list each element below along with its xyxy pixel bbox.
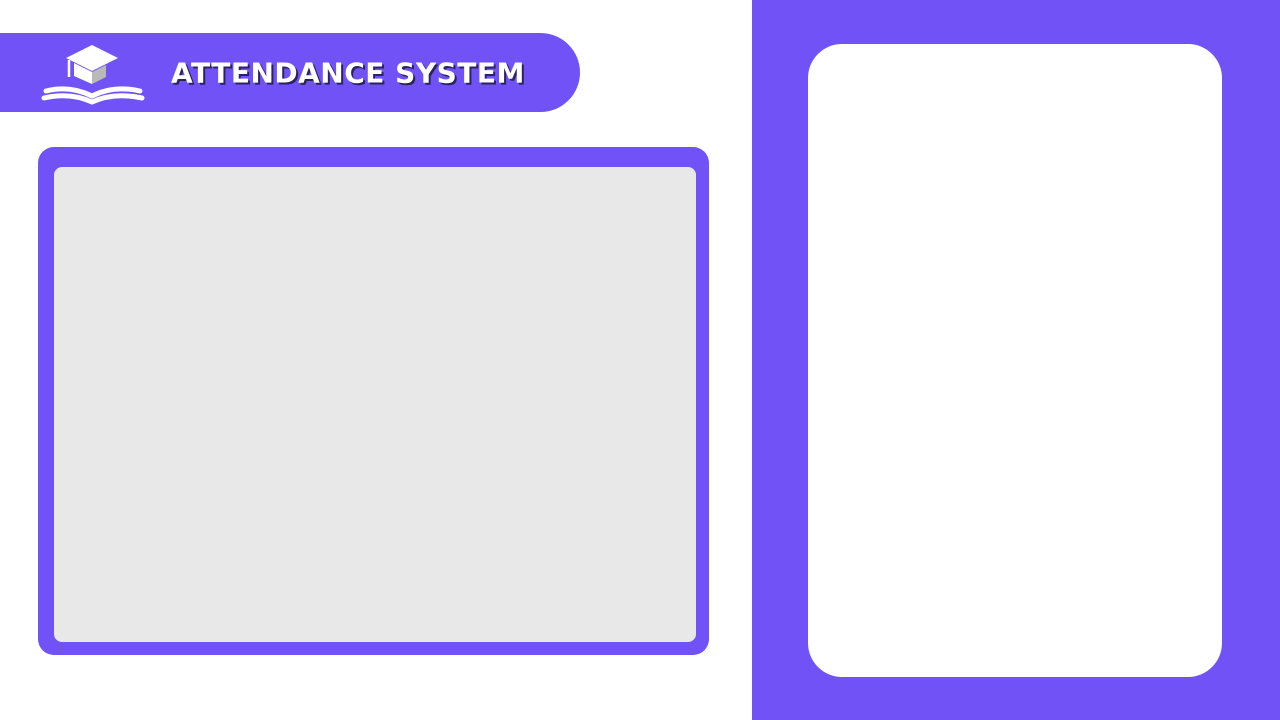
camera-frame bbox=[38, 147, 709, 655]
header-banner: ATTENDANCE SYSTEM bbox=[0, 33, 580, 112]
info-card bbox=[808, 44, 1222, 677]
attendance-screen: ATTENDANCE SYSTEM bbox=[0, 0, 1280, 720]
right-panel bbox=[752, 0, 1280, 720]
app-title: ATTENDANCE SYSTEM bbox=[171, 56, 525, 89]
graduation-cap-book-icon bbox=[41, 45, 145, 105]
camera-view bbox=[54, 167, 696, 642]
